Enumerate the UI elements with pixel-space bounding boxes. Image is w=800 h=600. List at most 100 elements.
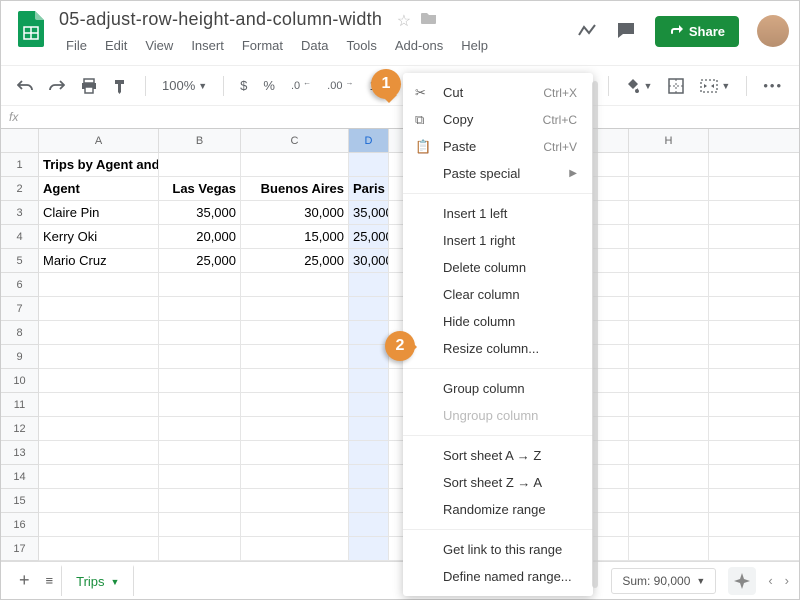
more-toolbar[interactable]: ••• <box>757 74 789 97</box>
row-header[interactable]: 2 <box>1 177 38 201</box>
cell[interactable]: Claire Pin <box>39 201 159 224</box>
cell[interactable] <box>241 393 349 416</box>
cell[interactable] <box>159 417 241 440</box>
row-header[interactable]: 12 <box>1 417 38 441</box>
cell[interactable] <box>629 489 709 512</box>
select-all-corner[interactable] <box>1 129 38 153</box>
cell[interactable] <box>39 273 159 296</box>
sheet-tab-menu-icon[interactable]: ▼ <box>111 577 120 587</box>
cell[interactable]: 20,000 <box>159 225 241 248</box>
cell[interactable] <box>159 297 241 320</box>
row-header[interactable]: 6 <box>1 273 38 297</box>
row-header[interactable]: 11 <box>1 393 38 417</box>
cell[interactable] <box>629 537 709 560</box>
cell[interactable] <box>39 369 159 392</box>
cell[interactable] <box>241 153 349 176</box>
ctx-insert-left[interactable]: Insert 1 left <box>403 200 593 227</box>
cell[interactable] <box>241 417 349 440</box>
cell[interactable] <box>241 297 349 320</box>
increase-decimal[interactable]: .00→ <box>321 76 359 96</box>
sheets-logo[interactable] <box>11 9 51 49</box>
cell[interactable] <box>159 513 241 536</box>
cell[interactable] <box>39 297 159 320</box>
comments-icon[interactable] <box>615 20 637 42</box>
cell[interactable] <box>629 201 709 224</box>
row-header[interactable]: 13 <box>1 441 38 465</box>
cell[interactable] <box>629 297 709 320</box>
row-header[interactable]: 15 <box>1 489 38 513</box>
cell[interactable] <box>241 489 349 512</box>
menu-file[interactable]: File <box>59 35 94 56</box>
all-sheets-button[interactable]: ≡ <box>38 573 62 588</box>
sheet-tab[interactable]: Trips ▼ <box>61 565 134 596</box>
cell[interactable] <box>349 465 389 488</box>
cell[interactable] <box>39 465 159 488</box>
decrease-decimal[interactable]: .0← <box>285 76 317 96</box>
cell[interactable] <box>241 441 349 464</box>
ctx-sort-az[interactable]: Sort sheet A → Z <box>403 442 593 469</box>
row-header[interactable]: 8 <box>1 321 38 345</box>
cell[interactable] <box>159 393 241 416</box>
cell[interactable] <box>159 345 241 368</box>
row-header[interactable]: 1 <box>1 153 38 177</box>
cell[interactable] <box>349 537 389 560</box>
cell[interactable]: 35,000 <box>159 201 241 224</box>
cell[interactable] <box>159 321 241 344</box>
cell[interactable] <box>39 489 159 512</box>
activity-icon[interactable] <box>577 21 597 41</box>
cell[interactable]: Buenos Aires <box>241 177 349 200</box>
cell[interactable] <box>629 249 709 272</box>
row-header[interactable]: 3 <box>1 201 38 225</box>
ctx-get-link[interactable]: Get link to this range <box>403 536 593 563</box>
undo-button[interactable] <box>11 75 39 97</box>
cell[interactable] <box>349 417 389 440</box>
folder-icon[interactable] <box>421 11 437 31</box>
row-header[interactable]: 16 <box>1 513 38 537</box>
scroll-left-icon[interactable]: ‹ <box>768 573 772 588</box>
ctx-hide-column[interactable]: Hide column <box>403 308 593 335</box>
cell[interactable] <box>39 513 159 536</box>
column-header[interactable]: A <box>39 129 159 152</box>
cell[interactable] <box>629 153 709 176</box>
cell[interactable]: 30,000 <box>241 201 349 224</box>
cell[interactable]: 25,000 <box>349 225 389 248</box>
row-header[interactable]: 17 <box>1 537 38 561</box>
cell[interactable] <box>629 369 709 392</box>
formula-bar[interactable]: fx <box>1 105 799 129</box>
ctx-delete-column[interactable]: Delete column <box>403 254 593 281</box>
cell[interactable]: Trips by Agent and City <box>39 153 159 176</box>
cell[interactable] <box>159 489 241 512</box>
cell[interactable] <box>159 153 241 176</box>
redo-button[interactable] <box>43 75 71 97</box>
menu-data[interactable]: Data <box>294 35 335 56</box>
cell[interactable] <box>39 417 159 440</box>
cell[interactable] <box>159 273 241 296</box>
paint-format-button[interactable] <box>107 74 135 98</box>
star-icon[interactable]: ☆ <box>397 11 411 31</box>
format-currency[interactable]: $ <box>234 74 253 97</box>
row-header[interactable]: 4 <box>1 225 38 249</box>
cell[interactable] <box>241 537 349 560</box>
cell[interactable] <box>241 345 349 368</box>
ctx-paste-special[interactable]: Paste special▶ <box>403 160 593 187</box>
menu-insert[interactable]: Insert <box>184 35 231 56</box>
row-header[interactable]: 5 <box>1 249 38 273</box>
menu-edit[interactable]: Edit <box>98 35 134 56</box>
cell[interactable] <box>349 393 389 416</box>
cell[interactable]: 25,000 <box>159 249 241 272</box>
borders-button[interactable] <box>662 74 690 98</box>
cell[interactable] <box>629 417 709 440</box>
cell[interactable] <box>39 393 159 416</box>
ctx-paste[interactable]: 📋PasteCtrl+V <box>403 133 593 160</box>
ctx-sort-za[interactable]: Sort sheet Z → A <box>403 469 593 496</box>
ctx-group-column[interactable]: Group column <box>403 375 593 402</box>
cell[interactable] <box>629 441 709 464</box>
cell[interactable]: 30,000 <box>349 249 389 272</box>
column-header[interactable]: D <box>349 129 389 152</box>
cell[interactable]: Mario Cruz <box>39 249 159 272</box>
cell[interactable] <box>39 321 159 344</box>
print-button[interactable] <box>75 74 103 98</box>
ctx-resize-column[interactable]: Resize column... <box>403 335 593 362</box>
cell[interactable]: Kerry Oki <box>39 225 159 248</box>
cell[interactable] <box>39 537 159 560</box>
